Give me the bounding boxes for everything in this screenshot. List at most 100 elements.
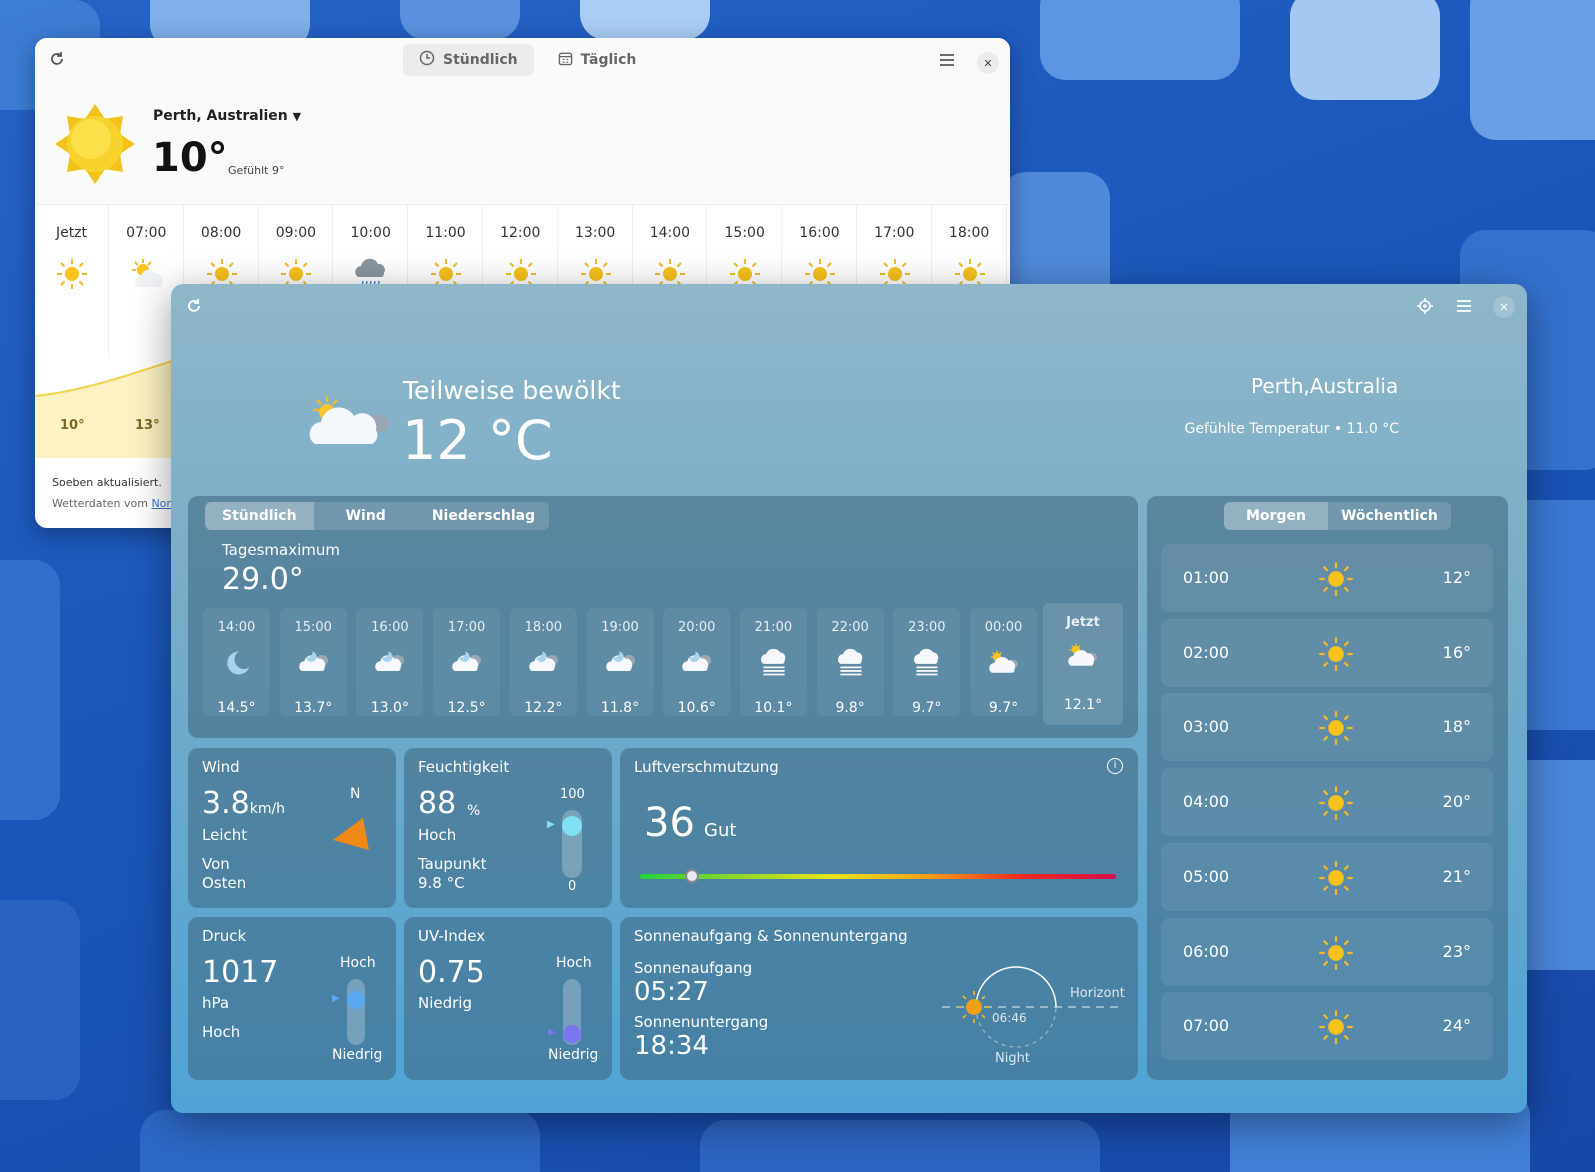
forecast-row[interactable]: 02:00 16° xyxy=(1161,618,1493,687)
forecast-time: 06:00 xyxy=(1183,941,1230,961)
uv-marker xyxy=(563,1024,581,1043)
breezy-weather-window: ✕ Teilweise bewölkt 12 °C Perth,Australi… xyxy=(171,284,1527,1113)
menu-icon[interactable] xyxy=(938,51,956,74)
menu-icon[interactable] xyxy=(1455,297,1473,320)
tab-hourly[interactable]: Stündlich xyxy=(403,44,534,76)
hourly-item[interactable]: 00:00 9.7° xyxy=(970,608,1037,716)
hourly-item[interactable]: 20:00 10.6° xyxy=(663,608,731,716)
forecast-row[interactable]: 01:00 12° xyxy=(1161,544,1493,612)
wind-speed-value: 3.8 xyxy=(202,786,250,821)
humidity-unit: % xyxy=(467,803,481,819)
tab-tomorrow[interactable]: Morgen xyxy=(1224,502,1328,530)
humidity-gauge xyxy=(562,810,582,878)
hour-temp: 9.7° xyxy=(988,700,1019,716)
forecast-row[interactable]: 07:00 24° xyxy=(1161,992,1493,1061)
hour-time: 00:00 xyxy=(984,620,1023,635)
close-button[interactable]: ✕ xyxy=(1493,296,1515,318)
uv-value: 0.75 xyxy=(418,955,485,990)
temperature-chart xyxy=(35,358,175,458)
air-quality-title: Luftverschmutzung xyxy=(634,758,779,776)
hour-time: 10:00 xyxy=(350,225,391,241)
locate-icon[interactable] xyxy=(1416,297,1434,320)
hour-temp: 10.6° xyxy=(677,700,716,716)
hour-time: 16:00 xyxy=(371,620,409,635)
hour-time: Jetzt xyxy=(55,225,88,241)
hourly-item[interactable]: 14:00 14.5° xyxy=(203,608,270,716)
city-name: Perth,Australia xyxy=(1251,374,1399,398)
dew-point-label: Taupunkt xyxy=(418,855,487,873)
hour-time: 14:00 xyxy=(217,620,256,635)
partly-cloudy-icon xyxy=(309,396,389,444)
location-label: Perth, Australien xyxy=(153,108,288,124)
horizon-label: Horizont xyxy=(1070,986,1125,1001)
hour-time: 16:00 xyxy=(799,225,840,241)
chart-temp-label: 10° xyxy=(60,418,85,433)
aqi-label: Gut xyxy=(704,820,737,841)
hourly-item[interactable]: 17:00 12.5° xyxy=(433,608,501,716)
hourly-item[interactable]: 23:00 9.7° xyxy=(893,608,961,716)
forecast-time: 04:00 xyxy=(1183,792,1230,812)
close-button[interactable]: ✕ xyxy=(977,52,999,74)
scale-low: Niedrig xyxy=(332,1047,383,1063)
sun-card: Sonnenaufgang & Sonnenuntergang Sonnenau… xyxy=(620,917,1138,1080)
hour-temp: 12.5° xyxy=(447,700,486,716)
hour-time: 17:00 xyxy=(874,225,915,241)
forecast-temp: 20° xyxy=(1442,792,1471,812)
scale-high: Hoch xyxy=(556,955,592,971)
condition-text: Teilweise bewölkt xyxy=(403,376,621,405)
hourly-item[interactable]: Jetzt 12.1° xyxy=(1043,603,1123,725)
forecast-temp: 18° xyxy=(1442,717,1471,737)
forecast-row[interactable]: 06:00 23° xyxy=(1161,917,1493,986)
current-temperature: 10° xyxy=(152,135,228,181)
hourly-item[interactable]: 16:00 13.0° xyxy=(356,608,424,716)
refresh-icon[interactable] xyxy=(185,297,203,320)
sun-cloud-icon xyxy=(131,259,163,287)
hourly-item[interactable]: 21:00 10.1° xyxy=(739,608,807,716)
forecast-time: 02:00 xyxy=(1183,642,1230,662)
tab-wind[interactable]: Wind xyxy=(314,502,418,530)
hour-time: 18:00 xyxy=(948,225,990,241)
forecast-row[interactable]: 05:00 21° xyxy=(1161,842,1493,911)
humidity-title: Feuchtigkeit xyxy=(418,758,510,776)
feels-like: Gefühlt 9° xyxy=(228,164,285,177)
hourly-card: Stündlich Wind Niederschlag Tagesmaximum… xyxy=(188,496,1138,738)
refresh-icon[interactable] xyxy=(48,50,66,73)
moon-cloud-icon xyxy=(375,651,405,671)
sun-icon xyxy=(1319,636,1353,671)
day-max-label: Tagesmaximum xyxy=(222,541,341,559)
forecast-time: 05:00 xyxy=(1183,866,1230,886)
update-status: Soeben aktualisiert. xyxy=(52,476,162,489)
uv-title: UV-Index xyxy=(418,927,486,945)
humidity-card: Feuchtigkeit 88 % Hoch Taupunkt 9.8 °C 1… xyxy=(404,748,612,908)
sun-path-diagram xyxy=(942,966,1124,1048)
humidity-value: 88 xyxy=(418,786,457,821)
pressure-card: Druck 1017 hPa Hoch Hoch Niedrig ▶ xyxy=(188,917,396,1080)
fog-icon xyxy=(914,648,939,676)
forecast-row[interactable]: 04:00 20° xyxy=(1161,768,1493,837)
fog-icon xyxy=(760,648,786,676)
humidity-marker xyxy=(562,815,582,836)
info-icon[interactable]: i xyxy=(1107,758,1123,774)
forecast-temp: 16° xyxy=(1442,642,1471,662)
tab-precipitation[interactable]: Niederschlag xyxy=(418,502,549,530)
wind-title: Wind xyxy=(202,758,240,776)
tab-daily[interactable]: Täglich xyxy=(542,44,653,76)
forecast-row[interactable]: 03:00 18° xyxy=(1161,693,1493,762)
hour-temp: 13.0° xyxy=(370,700,409,716)
sun-icon xyxy=(1319,711,1353,746)
moon-cloud-icon xyxy=(452,651,482,671)
sun-icon xyxy=(1319,786,1353,820)
forecast-temp: 21° xyxy=(1442,866,1471,886)
tab-hourly[interactable]: Stündlich xyxy=(205,502,314,530)
uv-level: Niedrig xyxy=(418,994,472,1012)
hourly-item[interactable]: 22:00 9.8° xyxy=(816,608,884,716)
pressure-marker xyxy=(347,991,365,1009)
hourly-item[interactable]: 18:00 12.2° xyxy=(509,608,577,716)
hourly-item[interactable]: 15:00 13.7° xyxy=(279,608,347,716)
compass-north: N xyxy=(350,786,361,802)
hourly-item[interactable]: 19:00 11.8° xyxy=(586,608,654,716)
location-selector[interactable]: Perth, Australien ▼ xyxy=(153,108,301,124)
feels-like: Gefühlte Temperatur • 11.0 °C xyxy=(1184,421,1399,437)
tab-weekly[interactable]: Wöchentlich xyxy=(1328,502,1451,530)
forecast-card: Morgen Wöchentlich 01:00 12° 02:00 16° 03:00… xyxy=(1147,496,1508,1080)
